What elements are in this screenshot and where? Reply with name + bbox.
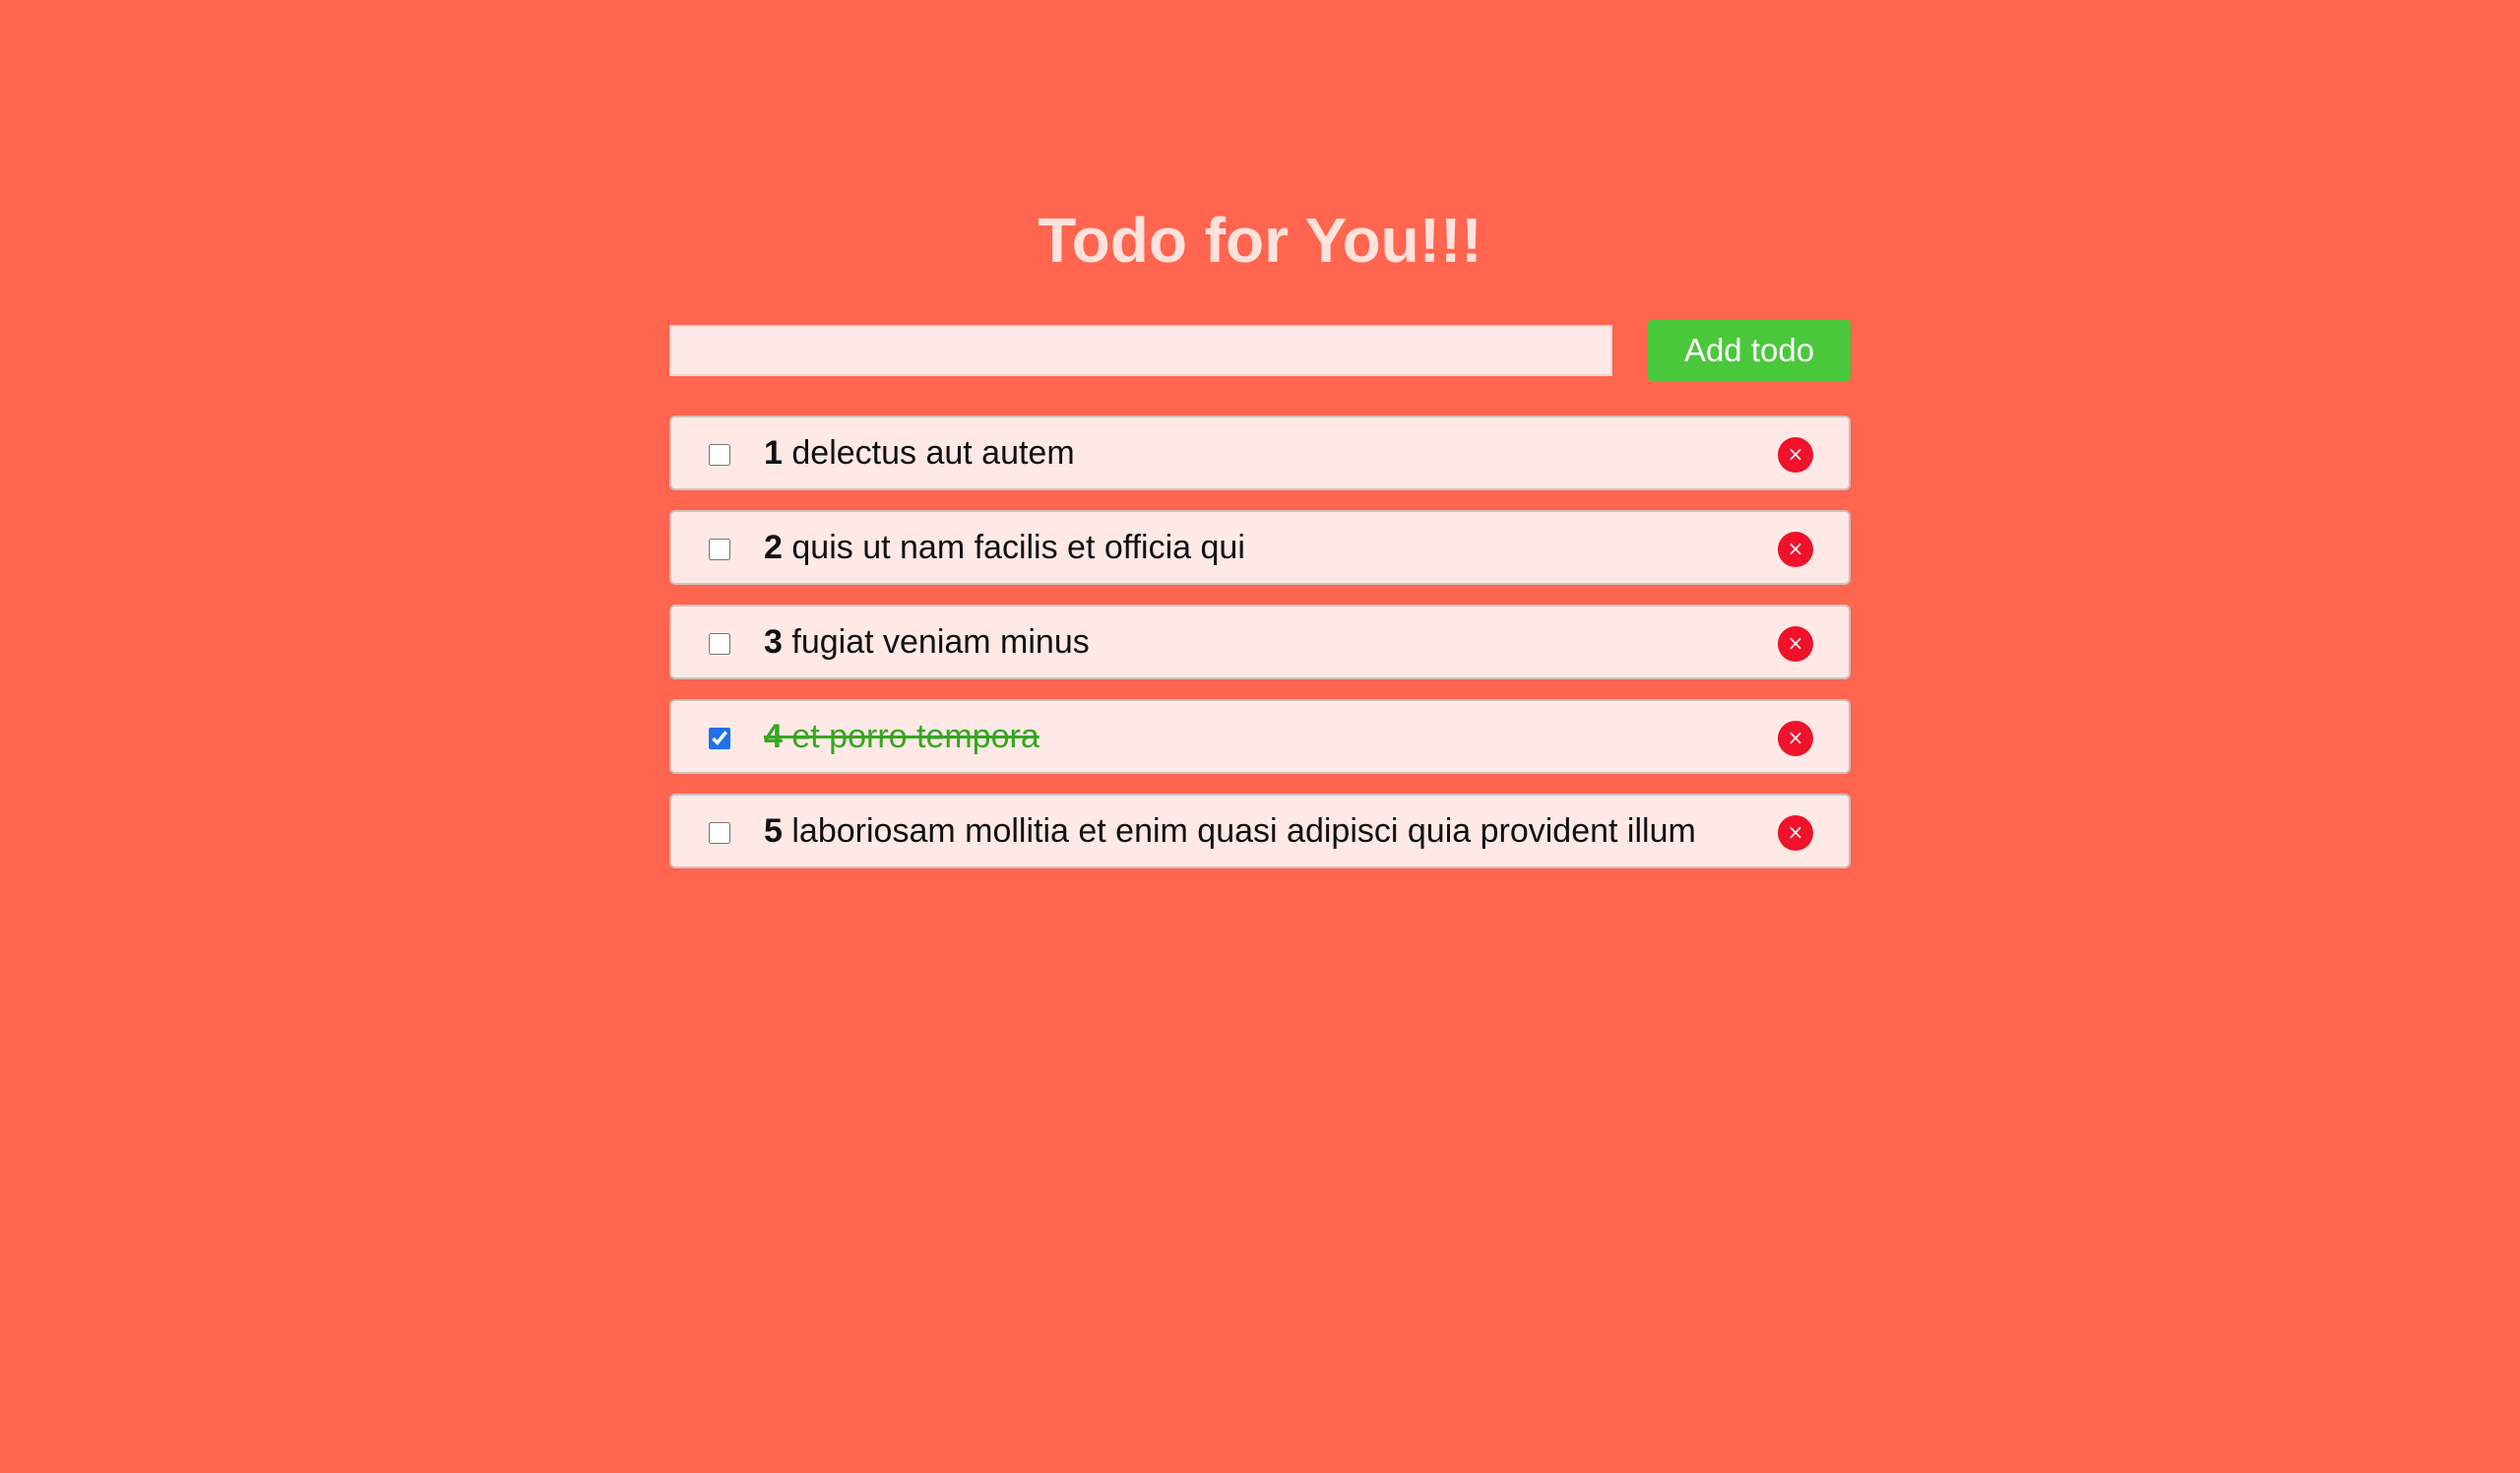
add-todo-button[interactable]: Add todo [1648, 319, 1851, 382]
close-icon: × [1787, 820, 1804, 844]
todo-number: 3 [764, 623, 783, 661]
close-icon: × [1787, 631, 1804, 655]
page-title: Todo for You!!! [1038, 205, 1482, 276]
delete-todo-button[interactable]: × [1778, 815, 1813, 851]
todo-item: 3 fugiat veniam minus × [669, 605, 1851, 679]
todo-text: 5 laboriosam mollitia et enim quasi adip… [764, 796, 1696, 866]
todo-list: 1 delectus aut autem × 2 quis ut nam fac… [669, 416, 1851, 868]
todo-number: 2 [764, 529, 783, 566]
todo-title: et porro tempora [791, 718, 1040, 755]
todo-text: 1 delectus aut autem [764, 417, 1075, 488]
todo-title: fugiat veniam minus [791, 623, 1090, 661]
delete-todo-button[interactable]: × [1778, 437, 1813, 473]
todo-checkbox[interactable] [709, 728, 730, 749]
todo-title: laboriosam mollitia et enim quasi adipis… [791, 812, 1696, 850]
todo-item: 4 et porro tempora × [669, 699, 1851, 774]
delete-todo-button[interactable]: × [1778, 532, 1813, 567]
todo-number: 5 [764, 812, 783, 850]
todo-checkbox[interactable] [709, 539, 730, 560]
todo-app: Todo for You!!! Add todo 1 delectus aut … [669, 193, 1851, 888]
close-icon: × [1787, 537, 1804, 560]
delete-todo-button[interactable]: × [1778, 721, 1813, 756]
close-icon: × [1787, 726, 1804, 749]
todo-item: 5 laboriosam mollitia et enim quasi adip… [669, 794, 1851, 868]
todo-checkbox[interactable] [709, 444, 730, 466]
close-icon: × [1787, 442, 1804, 466]
todo-checkbox[interactable] [709, 822, 730, 844]
todo-item: 2 quis ut nam facilis et officia qui × [669, 510, 1851, 585]
todo-number: 1 [764, 434, 783, 472]
todo-text: 4 et porro tempora [764, 701, 1040, 772]
todo-item: 1 delectus aut autem × [669, 416, 1851, 490]
todo-text: 3 fugiat veniam minus [764, 607, 1090, 677]
add-todo-form: Add todo [669, 319, 1851, 382]
todo-text: 2 quis ut nam facilis et officia qui [764, 512, 1245, 583]
todo-number: 4 [764, 718, 783, 755]
todo-checkbox[interactable] [709, 633, 730, 655]
delete-todo-button[interactable]: × [1778, 626, 1813, 662]
new-todo-input[interactable] [669, 325, 1612, 376]
todo-title: quis ut nam facilis et officia qui [791, 529, 1245, 566]
todo-title: delectus aut autem [791, 434, 1075, 472]
